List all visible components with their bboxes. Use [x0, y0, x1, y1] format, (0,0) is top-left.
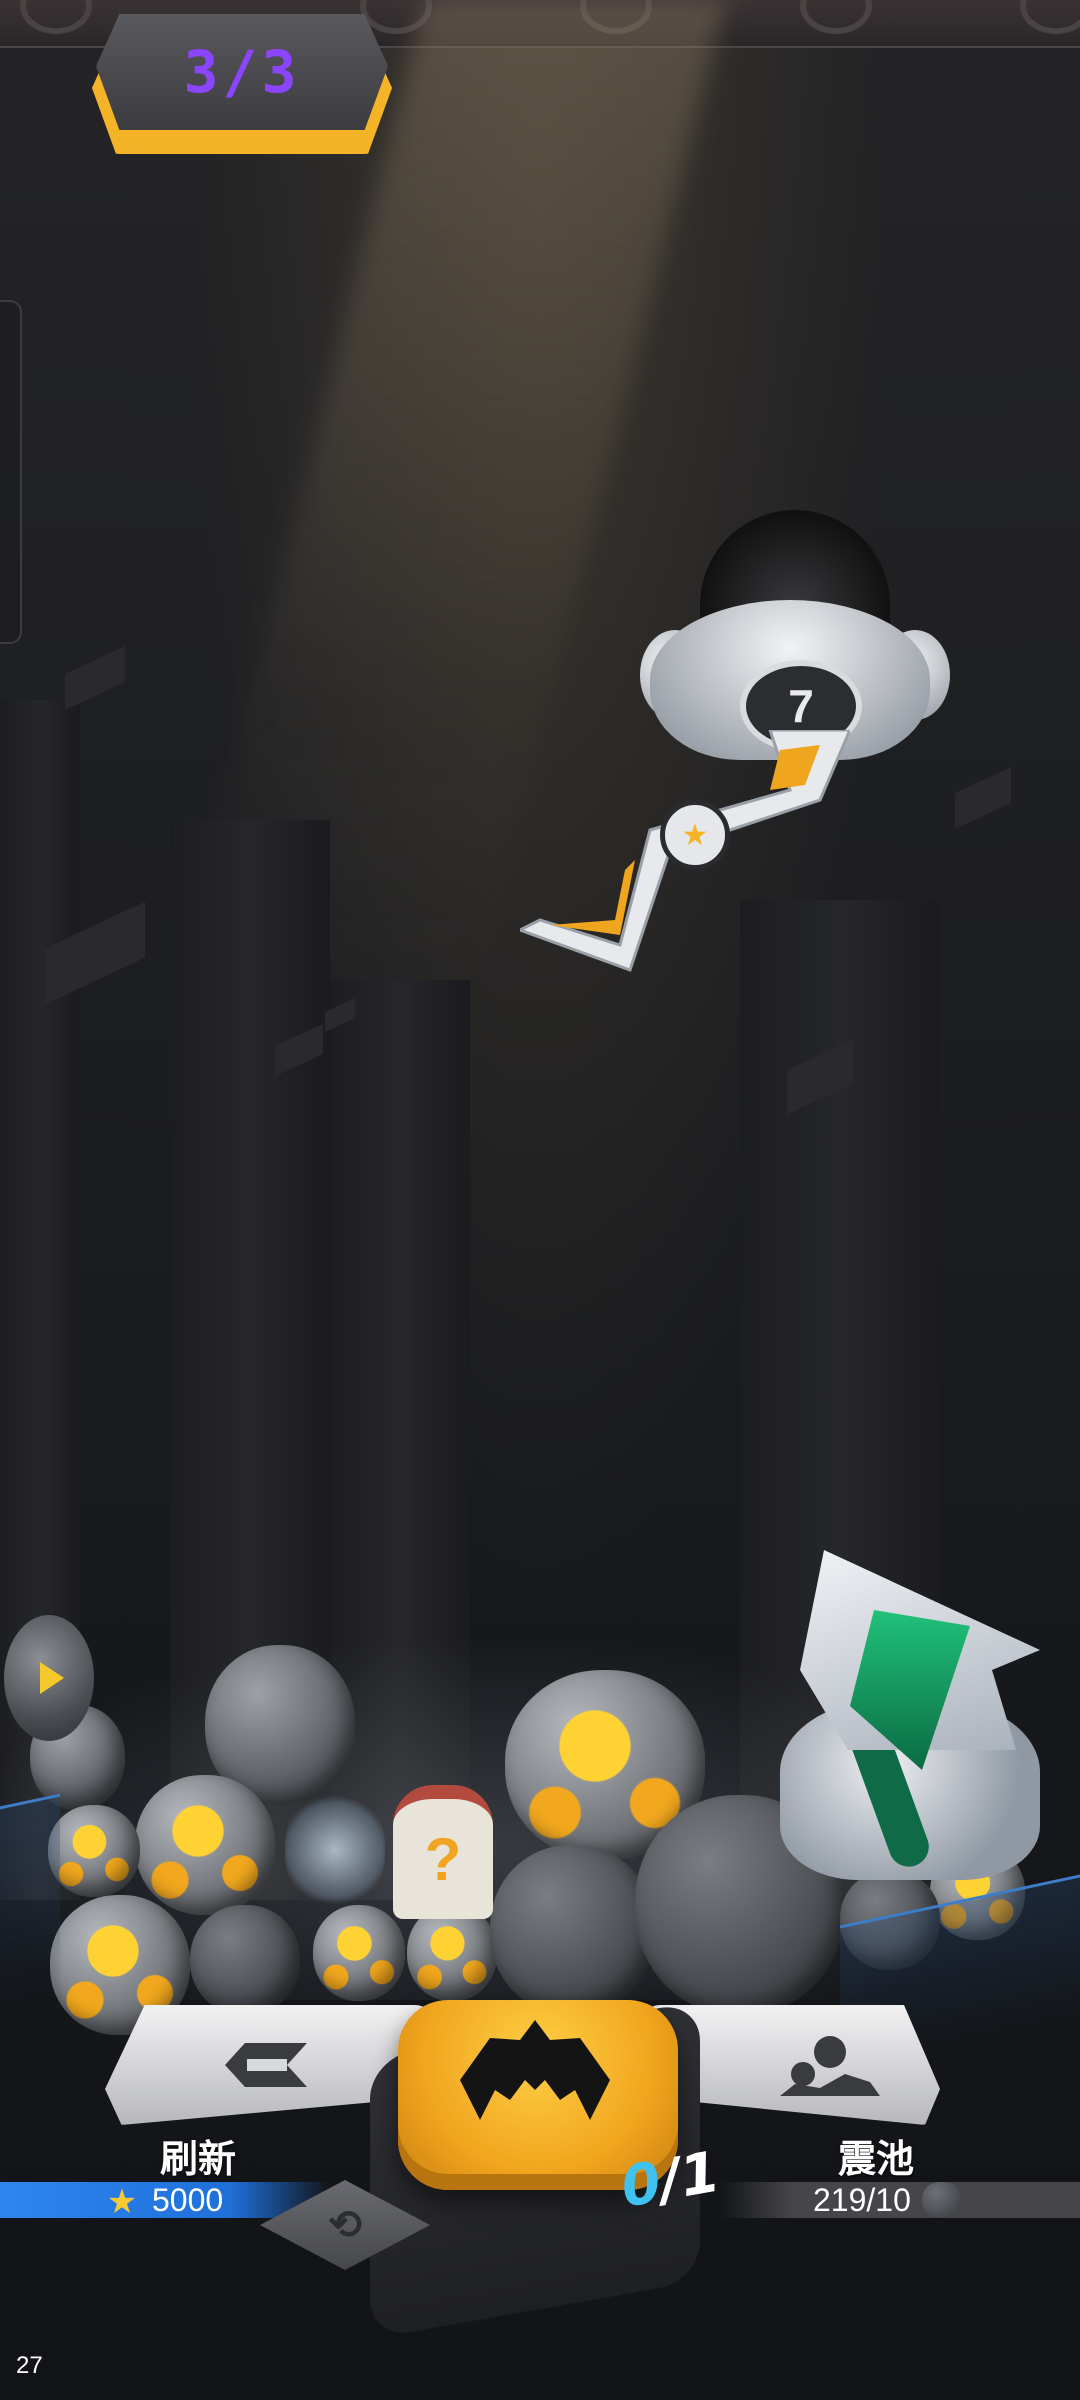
star-icon: ★ — [660, 800, 730, 870]
refresh-cost-value: 5000 — [152, 2182, 224, 2218]
side-panel-tab[interactable] — [0, 300, 22, 644]
mystery-card-glyph: ? — [424, 1825, 462, 1893]
ore-rock-icon — [922, 2182, 962, 2218]
pool-count-value: 219/10 — [813, 2182, 911, 2218]
claw-machine: 7 ★ — [510, 500, 950, 1000]
gold-ore-rock — [135, 1775, 275, 1915]
ore-pile-icon — [770, 2025, 890, 2105]
refresh-label: 刷新 — [160, 2137, 237, 2181]
platform-edge-left — [0, 1793, 60, 2010]
game-stage: 3/3 7 ★ ? 刷新 震池 0/1 ★ 5000 219/10 ⟲ 27 — [0, 0, 1080, 2400]
ore-rock — [490, 1845, 655, 2015]
star-coin-icon: ★ — [106, 2183, 138, 2221]
claw-grab-icon — [460, 2020, 610, 2120]
play-button[interactable] — [4, 1615, 94, 1741]
round-counter: 3/3 — [92, 14, 392, 154]
decor-ring — [800, 0, 872, 34]
mystery-card: ? — [393, 1785, 493, 1919]
bg-block — [955, 766, 1011, 830]
claw-number: 7 — [788, 680, 814, 732]
grab-count-total: /1 — [654, 2139, 725, 2214]
pool-label: 震池 — [838, 2137, 915, 2181]
fps-counter: 27 — [16, 2352, 43, 2379]
grab-count: 0/1 — [616, 2140, 724, 2225]
counter-face: 3/3 — [96, 14, 388, 130]
swap-icon: ⟲ — [328, 2203, 362, 2247]
decor-ring — [20, 0, 92, 34]
play-icon — [40, 1662, 64, 1694]
bg-block — [65, 646, 125, 710]
gold-ore-rock — [407, 1905, 497, 2001]
gold-ore-rock — [313, 1905, 405, 2001]
spirit-prize — [285, 1790, 385, 1910]
round-counter-text: 3/3 — [183, 38, 301, 106]
gold-ore-rock — [48, 1805, 140, 1897]
robot-icon — [740, 1550, 1060, 1890]
decor-ring — [1020, 0, 1080, 34]
refresh-icon — [205, 2025, 325, 2105]
ore-rock — [190, 1905, 300, 2015]
